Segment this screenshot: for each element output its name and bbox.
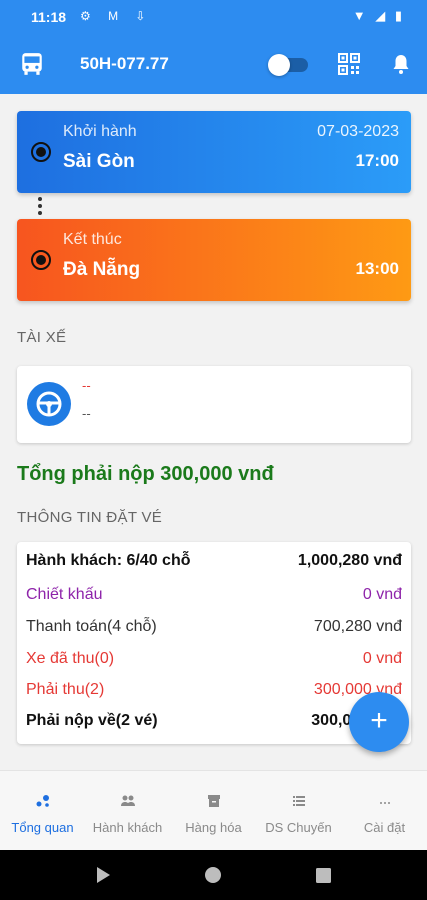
- toggle-knob: [268, 54, 290, 76]
- departure-date: 07-03-2023: [317, 123, 399, 140]
- status-notification-icons: ⚙ M ⇩: [80, 9, 153, 23]
- ticket-row: Phải nộp về(2 vé) 300,000 vnđ: [26, 712, 402, 736]
- status-bar: 11:18 ⚙ M ⇩ ▼ ◢ ▮: [0, 0, 427, 34]
- system-nav-bar: [0, 850, 427, 900]
- nav-passengers[interactable]: Hành khách: [85, 771, 170, 851]
- departure-label: Khởi hành: [63, 123, 137, 140]
- arrival-label: Kết thúc: [63, 231, 122, 248]
- ticket-row-label: Xe đã thu(0): [26, 650, 115, 667]
- driver-phone: --: [82, 406, 91, 421]
- ticket-row-value: 1,000,280 vnđ: [297, 552, 402, 569]
- departure-city: Sài Gòn: [63, 151, 135, 172]
- main-content: Khởi hành Sài Gòn 07-03-2023 17:00 Kết t…: [0, 94, 427, 770]
- cargo-icon: [208, 795, 220, 807]
- nav-label: DS Chuyến: [265, 820, 332, 835]
- nav-cargo[interactable]: Hàng hóa: [171, 771, 256, 851]
- ticket-row: Hành khách: 6/40 chỗ 1,000,280 vnđ: [26, 552, 402, 576]
- status-system-icons: ▼ ◢ ▮: [352, 8, 405, 23]
- arrival-card[interactable]: Kết thúc Đà Nẵng 13:00: [17, 219, 411, 301]
- home-icon[interactable]: [205, 867, 221, 883]
- nav-settings[interactable]: Cài đặt: [342, 771, 427, 851]
- departure-time: 17:00: [355, 151, 399, 170]
- app-bar: 50H-077.77: [0, 34, 427, 94]
- ticket-row-label: Phải thu(2): [26, 681, 105, 698]
- settings-icon: [380, 802, 390, 804]
- overview-icon: [36, 795, 49, 807]
- ticket-row-value: 0 vnđ: [362, 650, 402, 667]
- status-time: 11:18: [31, 9, 67, 25]
- arrival-city: Đà Nẵng: [63, 259, 141, 280]
- nav-label: Hàng hóa: [185, 820, 242, 835]
- qr-code-icon[interactable]: [338, 53, 360, 75]
- driver-name: --: [82, 378, 91, 393]
- ticket-row-value: 700,280 vnđ: [313, 618, 402, 635]
- passengers-icon: [121, 795, 135, 806]
- driver-section-title: TÀI XẾ: [17, 329, 67, 346]
- steering-wheel-icon: [27, 382, 71, 426]
- arrival-time: 13:00: [355, 259, 399, 278]
- driver-card[interactable]: -- --: [17, 366, 411, 443]
- ticket-row: Thanh toán(4 chỗ) 700,280 vnđ: [26, 618, 402, 642]
- vehicle-plate: 50H-077.77: [80, 54, 169, 73]
- status-toggle[interactable]: [268, 54, 310, 76]
- ticket-row-value: 0 vnđ: [362, 586, 402, 603]
- nav-label: Cài đặt: [363, 820, 406, 835]
- back-icon[interactable]: [97, 867, 110, 883]
- nav-label: Tổng quan: [11, 820, 74, 835]
- ticket-row-label: Chiết khấu: [26, 586, 103, 603]
- ticket-row-label: Hành khách: 6/40 chỗ: [26, 552, 191, 569]
- trip-list-icon: [293, 796, 305, 806]
- departure-radio-icon: [31, 142, 51, 162]
- departure-card[interactable]: Khởi hành Sài Gòn 07-03-2023 17:00: [17, 111, 411, 193]
- recents-icon[interactable]: [316, 868, 331, 883]
- ticket-section-title: THÔNG TIN ĐẶT VÉ: [17, 509, 163, 526]
- ticket-row: Phải thu(2) 300,000 vnđ: [26, 681, 402, 705]
- ticket-row: Chiết khấu 0 vnđ: [26, 586, 402, 610]
- route-connector-dots: [38, 197, 42, 218]
- nav-trip-list[interactable]: DS Chuyến: [256, 771, 341, 851]
- arrival-radio-icon: [31, 250, 51, 270]
- notification-bell-icon[interactable]: [389, 52, 413, 76]
- ticket-row-label: Thanh toán(4 chỗ): [26, 618, 157, 635]
- bottom-nav: Tổng quan Hành khách Hàng hóa DS Chuyến …: [0, 770, 427, 850]
- ticket-row-label: Phải nộp về(2 vé): [26, 712, 158, 729]
- ticket-row: Xe đã thu(0) 0 vnđ: [26, 650, 402, 674]
- bus-icon[interactable]: [19, 51, 45, 77]
- nav-overview[interactable]: Tổng quan: [0, 771, 85, 851]
- nav-label: Hành khách: [92, 820, 163, 835]
- total-due: Tổng phải nộp 300,000 vnđ: [17, 463, 274, 485]
- add-fab-button[interactable]: +: [349, 692, 409, 752]
